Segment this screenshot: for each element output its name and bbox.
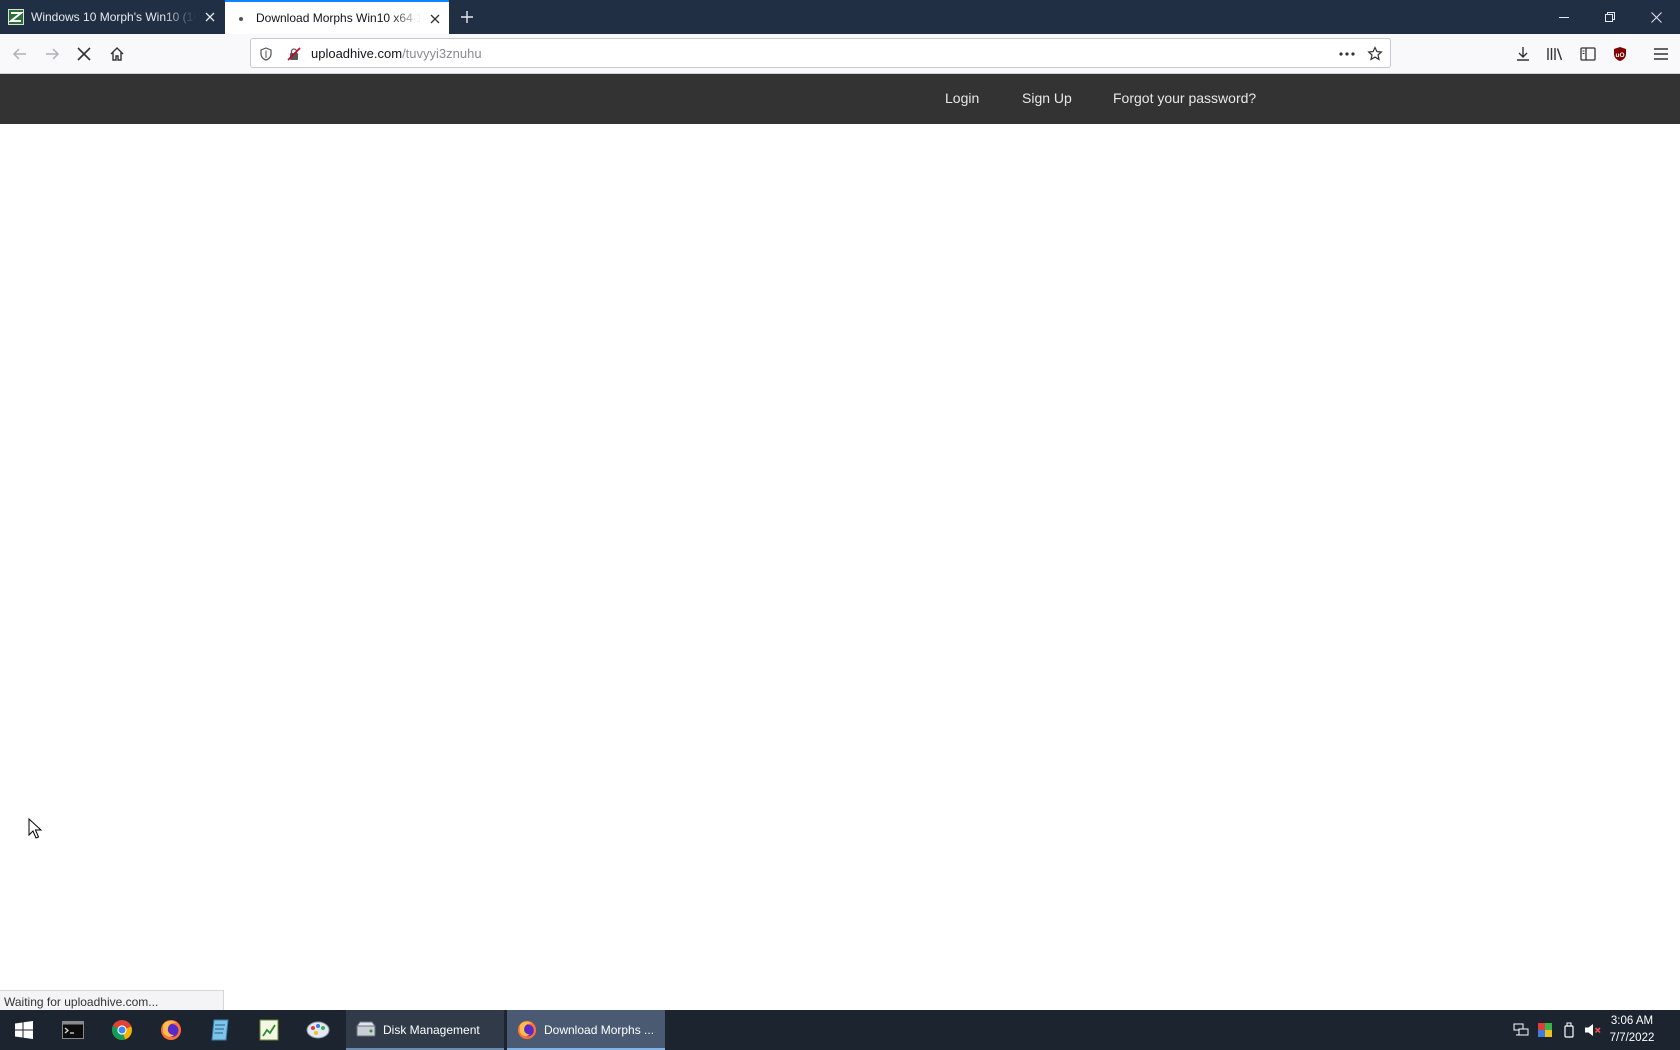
start-button[interactable] — [0, 1010, 48, 1050]
mouse-pointer-icon — [28, 817, 43, 845]
task-label: Disk Management — [383, 1023, 480, 1037]
download-icon — [1517, 47, 1529, 61]
sign-up-link[interactable]: Sign Up — [1022, 90, 1072, 106]
close-icon — [1650, 11, 1662, 23]
disk-management-icon — [356, 1021, 376, 1042]
navigation-toolbar: uploadhive.com/tuvyyi3znuhu uO — [0, 34, 1680, 74]
library-icon — [1547, 48, 1563, 61]
sidebar-icon — [1580, 47, 1596, 61]
sidebar-button[interactable] — [1574, 40, 1602, 68]
home-icon — [110, 47, 124, 61]
close-tab-icon[interactable] — [202, 9, 218, 25]
minimize-button[interactable] — [1541, 0, 1587, 34]
forgot-password-link[interactable]: Forgot your password? — [1113, 90, 1256, 106]
site-header-nav: Login Sign Up Forgot your password? — [0, 74, 1680, 124]
close-tab-icon[interactable] — [427, 11, 443, 27]
ublock-button[interactable]: uO — [1606, 40, 1634, 68]
spreadsheet-taskbar-button[interactable] — [245, 1010, 293, 1050]
page-actions-icon[interactable] — [1338, 45, 1356, 63]
status-bar: Waiting for uploadhive.com... — [0, 990, 224, 1011]
restore-button[interactable] — [1587, 0, 1633, 34]
notepad-icon — [211, 1019, 229, 1041]
login-link[interactable]: Login — [945, 90, 979, 106]
terminal-icon — [62, 1021, 84, 1039]
close-window-button[interactable] — [1633, 0, 1679, 34]
address-bar[interactable]: uploadhive.com/tuvyyi3znuhu — [250, 38, 1391, 68]
downloads-button[interactable] — [1509, 40, 1537, 68]
task-label: Download Morphs ... — [544, 1023, 655, 1037]
svg-text:uO: uO — [1615, 52, 1624, 59]
clock-time: 3:06 AM — [1610, 1015, 1654, 1027]
volume-muted-icon[interactable] — [1582, 1010, 1604, 1050]
paint-taskbar-button[interactable] — [294, 1010, 342, 1050]
chrome-taskbar-button[interactable] — [98, 1010, 146, 1050]
stop-button[interactable] — [70, 40, 98, 68]
stop-icon — [77, 47, 91, 61]
back-arrow-icon — [12, 48, 26, 60]
windows-taskbar: Disk Management Download Morphs ... 3:06… — [0, 1010, 1680, 1050]
tab-bar: Windows 10 Morph's Win10 (16 Download Mo… — [0, 0, 1680, 34]
clock-date: 7/7/2022 — [1609, 1032, 1655, 1044]
restore-icon — [1605, 12, 1615, 22]
windows-logo-icon — [15, 1021, 33, 1039]
menu-button[interactable] — [1647, 40, 1675, 68]
forward-button[interactable] — [38, 40, 66, 68]
firefox-icon — [517, 1020, 537, 1043]
tab-active[interactable]: Download Morphs Win10 x64 1 — [225, 0, 449, 34]
paint-icon — [306, 1021, 330, 1039]
spreadsheet-icon — [259, 1019, 279, 1041]
insecure-lock-icon[interactable] — [285, 45, 303, 63]
shield-icon[interactable] — [257, 45, 275, 63]
bookmark-star-icon[interactable] — [1366, 45, 1384, 63]
ublock-shield-icon: uO — [1614, 47, 1626, 61]
home-button[interactable] — [103, 40, 131, 68]
taskbar-task-firefox[interactable]: Download Morphs ... — [507, 1010, 665, 1050]
tab-title: Windows 10 Morph's Win10 (16 — [31, 10, 196, 24]
notepad-taskbar-button[interactable] — [196, 1010, 244, 1050]
color-tray-icon[interactable] — [1534, 1010, 1556, 1050]
plus-icon — [461, 11, 473, 23]
taskbar-task-disk-management[interactable]: Disk Management — [346, 1010, 504, 1050]
usb-tray-icon[interactable] — [1558, 1010, 1580, 1050]
tab-inactive[interactable]: Windows 10 Morph's Win10 (16 — [0, 0, 224, 34]
url-text[interactable]: uploadhive.com/tuvyyi3znuhu — [311, 46, 482, 61]
loading-indicator-icon — [239, 17, 243, 21]
network-tray-icon[interactable] — [1510, 1010, 1532, 1050]
hamburger-menu-icon — [1654, 48, 1668, 60]
url-path: /tuvyyi3znuhu — [402, 46, 482, 61]
library-button[interactable] — [1541, 40, 1569, 68]
tab-title: Download Morphs Win10 x64 1 — [256, 11, 421, 25]
system-clock[interactable]: 3:06 AM 7/7/2022 — [1602, 1013, 1662, 1047]
firefox-icon — [161, 1020, 181, 1040]
terminal-taskbar-button[interactable] — [49, 1010, 97, 1050]
site-favicon-icon — [8, 9, 24, 25]
chrome-icon — [111, 1020, 132, 1040]
forward-arrow-icon — [46, 48, 60, 60]
minimize-icon — [1559, 17, 1569, 18]
firefox-taskbar-button[interactable] — [147, 1010, 195, 1050]
new-tab-button[interactable] — [455, 5, 479, 29]
back-button[interactable] — [6, 40, 34, 68]
url-host: uploadhive.com — [311, 46, 403, 61]
